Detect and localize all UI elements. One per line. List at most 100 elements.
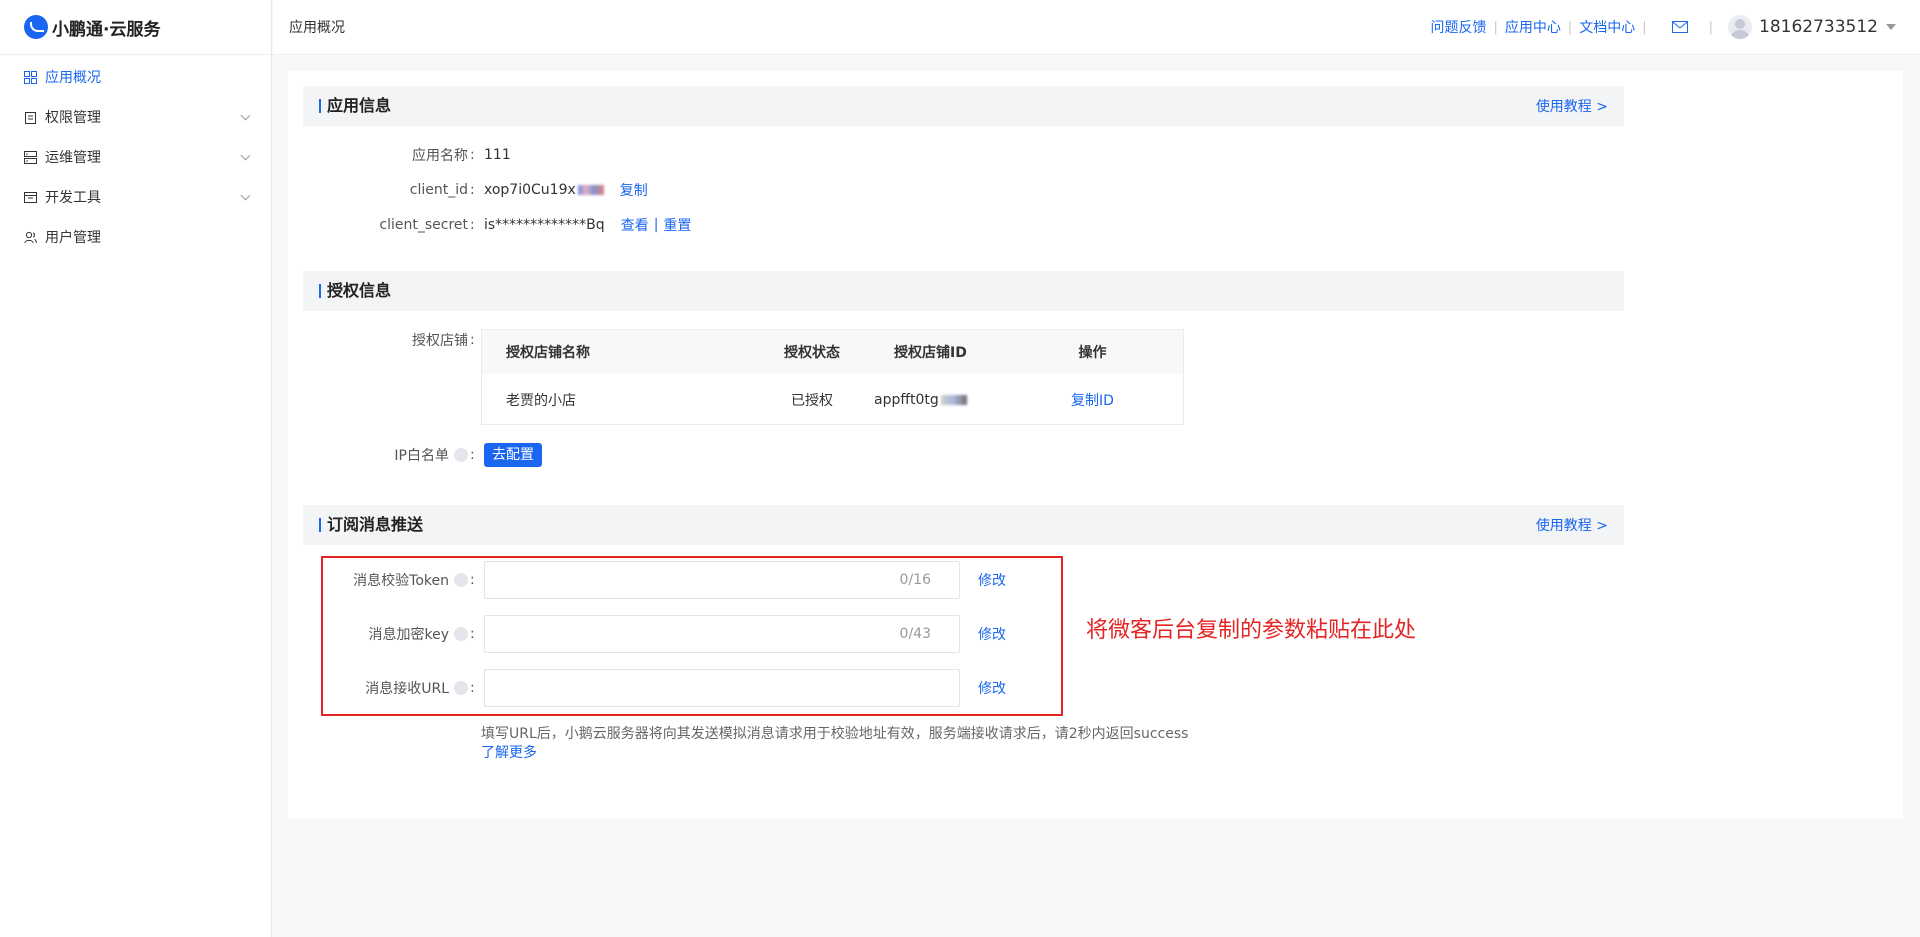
tutorial-link[interactable]: 使用教程 > [1536,96,1608,116]
client-secret-row: client_secret : is*************Bq 查看 | 重… [288,215,691,235]
sidebar-item-label: 开发工具 [45,190,101,206]
feedback-link[interactable]: 问题反馈 [1430,17,1486,37]
sidebar-item-label: 应用概况 [45,70,101,86]
field-label: 消息校验Token [288,570,468,590]
table-header: 授权店铺名称 授权状态 授权店铺ID 操作 [482,330,1183,374]
field-colon: : [470,572,475,588]
client-secret-value: is*************Bq [484,217,605,233]
avatar[interactable] [1728,15,1753,39]
redacted-mask [940,395,967,405]
copy-shop-id-button[interactable]: 复制ID [1071,393,1114,409]
table-row: 老贾的小店 已授权 appfft0tg 复制ID [482,374,1183,426]
caret-down-icon[interactable] [1886,24,1896,30]
docs-center-link[interactable]: 文档中心 [1579,17,1635,37]
ip-whitelist-label: IP白名单 [394,448,449,464]
brand-name: 小鹏通·云服务 [52,19,161,40]
client-id-row: client_id : xop7i0Cu19x 复制 [288,180,648,200]
learn-more-link[interactable]: 了解更多 [481,745,537,761]
link-separator: | [1642,19,1647,35]
encrypt-key-label: 消息加密key [368,627,449,643]
column-header: 操作 [1078,345,1107,361]
sidebar-item-label: 运维管理 [45,150,101,166]
help-icon[interactable] [454,448,468,462]
token-row: 消息校验Token : 0/16 修改 [288,561,1006,599]
field-colon: : [470,182,475,198]
sidebar-item-devtools[interactable]: 开发工具 [0,177,271,217]
chevron-down-icon [240,110,251,120]
view-secret-button[interactable]: 查看 [621,215,649,235]
main-card: 应用信息 使用教程 > 应用名称 : 111 client_id : xop7i… [288,71,1903,819]
top-links: 问题反馈 | 应用中心 | 文档中心 | | 18162733512 [1430,15,1920,39]
encrypt-key-input[interactable]: 0/43 [484,615,960,653]
sidebar-item-permissions[interactable]: 权限管理 [0,97,271,137]
token-input[interactable]: 0/16 [484,561,960,599]
url-input[interactable] [484,669,960,707]
field-colon: : [470,447,475,463]
shop-id-value: appfft0tg [874,392,939,408]
token-label: 消息校验Token [353,573,449,589]
auth-status-cell: 已授权 [791,393,833,409]
field-colon: : [470,680,475,696]
url-hint: 填写URL后，小鹅云服务器将向其发送模拟消息请求用于校验地址有效，服务端接收请求… [481,725,1188,763]
redacted-mask [577,185,604,195]
modify-url-button[interactable]: 修改 [978,678,1006,698]
brand-logo-icon [24,15,48,39]
field-colon: : [470,626,475,642]
chevron-down-icon [240,190,251,200]
help-icon[interactable] [454,573,468,587]
help-icon[interactable] [454,627,468,641]
modify-key-button[interactable]: 修改 [978,624,1006,644]
modify-token-button[interactable]: 修改 [978,570,1006,590]
field-label: 应用名称 [412,148,468,164]
shop-action-cell: 复制ID [1002,390,1183,410]
url-label: 消息接收URL [365,681,449,697]
brand-logo[interactable]: 小鹏通·云服务 [0,0,271,55]
reset-secret-button[interactable]: 重置 [663,215,691,235]
char-counter: 0/16 [899,572,931,588]
sidebar-item-users[interactable]: 用户管理 [0,217,271,257]
sidebar-item-overview[interactable]: 应用概况 [0,57,271,97]
sidebar-nav: 应用概况 权限管理 运维管理 开发工具 用户管理 [0,55,271,257]
chevron-down-icon [240,150,251,160]
sidebar-item-label: 权限管理 [45,110,101,126]
field-label: IP白名单 [288,445,468,465]
breadcrumb: 应用概况 [289,20,345,36]
column-header: 授权店铺ID [894,345,967,361]
column-header: 授权状态 [784,345,840,361]
hint-text: 填写URL后，小鹅云服务器将向其发送模拟消息请求用于校验地址有效，服务端接收请求… [481,726,1189,742]
column-header: 授权店铺名称 [506,345,590,361]
sidebar-item-label: 用户管理 [45,230,101,246]
link-separator: | [653,217,659,233]
sidebar-item-operations[interactable]: 运维管理 [0,137,271,177]
top-bar: 应用概况 问题反馈 | 应用中心 | 文档中心 | | 18162733512 [273,0,1920,55]
grid-icon [24,70,37,84]
app-name-value: 111 [484,147,511,163]
mail-icon[interactable] [1671,21,1688,33]
user-account[interactable]: 18162733512 [1759,17,1878,37]
link-separator: | [1567,19,1573,35]
url-row: 消息接收URL : 修改 [288,669,1006,707]
field-colon: : [470,217,475,233]
section-title: 授权信息 [319,283,391,299]
shop-id-cell: appfft0tg [852,392,1002,408]
link-separator: | [1708,19,1714,35]
app-info-section-header: 应用信息 使用教程 > [303,86,1624,126]
configure-ip-button[interactable]: 去配置 [484,443,542,467]
server-icon [24,150,37,164]
link-separator: | [1493,19,1498,35]
app-center-link[interactable]: 应用中心 [1505,17,1561,37]
encrypt-key-row: 消息加密key : 0/43 修改 [288,615,1006,653]
field-label: client_id [409,182,468,198]
help-icon[interactable] [454,681,468,695]
shop-name-cell: 老贾的小店 [506,393,576,409]
copy-client-id-button[interactable]: 复制 [620,180,648,200]
section-title: 应用信息 [319,98,391,114]
field-label: 消息加密key [288,624,468,644]
app-name-row: 应用名称 : 111 [288,145,511,165]
section-title: 订阅消息推送 [319,517,423,533]
field-label: 授权店铺 [412,333,468,349]
tutorial-link[interactable]: 使用教程 > [1536,515,1608,535]
authorized-shops-table: 授权店铺名称 授权状态 授权店铺ID 操作 老贾的小店 已授权 appfft0t… [481,329,1184,425]
auth-info-section-header: 授权信息 [303,271,1624,311]
field-label: 消息接收URL [288,678,468,698]
